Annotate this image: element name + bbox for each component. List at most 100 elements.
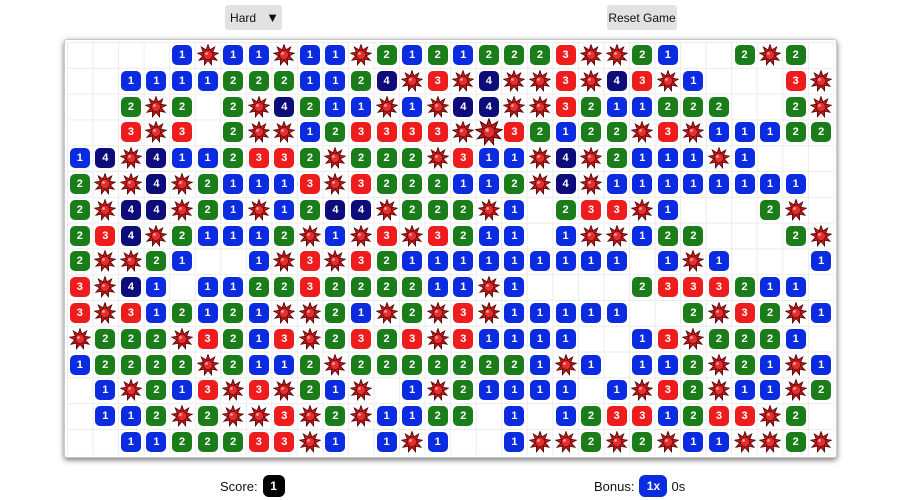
number-tile: 1 (606, 96, 627, 117)
number-tile: 3 (351, 328, 372, 349)
number-tile: 4 (120, 277, 141, 298)
number-tile: 1 (504, 277, 525, 298)
number-tile: 1 (427, 277, 448, 298)
number-tile: 3 (581, 199, 602, 220)
number-tile: 1 (223, 225, 244, 246)
number-tile: 3 (274, 148, 295, 169)
number-tile: 1 (325, 96, 346, 117)
number-tile: 1 (120, 70, 141, 91)
mine-icon (630, 120, 654, 144)
number-tile: 2 (427, 173, 448, 194)
number-tile: 1 (197, 277, 218, 298)
number-tile: 1 (325, 225, 346, 246)
reset-game-button[interactable]: Reset Game (607, 5, 677, 30)
number-tile: 1 (376, 432, 397, 453)
mine-icon (247, 198, 271, 221)
mine-icon (247, 120, 271, 144)
number-tile: 1 (248, 303, 269, 324)
number-tile: 2 (299, 96, 320, 117)
mine-icon (196, 352, 220, 376)
mine-icon (68, 327, 92, 350)
number-tile: 2 (376, 354, 397, 375)
number-tile: 2 (69, 251, 90, 272)
number-tile: 2 (632, 432, 653, 453)
number-tile: 1 (657, 44, 678, 65)
difficulty-select[interactable]: Hard ▼ (225, 5, 282, 30)
number-tile: 2 (734, 328, 755, 349)
number-tile: 2 (529, 122, 550, 143)
number-tile: 3 (248, 148, 269, 169)
mine-icon (579, 146, 603, 170)
number-tile: 3 (606, 199, 627, 220)
mine-icon (119, 146, 143, 170)
number-tile: 1 (453, 44, 474, 65)
number-tile: 3 (376, 122, 397, 143)
number-tile: 3 (248, 380, 269, 401)
number-tile: 2 (708, 328, 729, 349)
number-tile: 1 (427, 251, 448, 272)
number-tile: 1 (504, 303, 525, 324)
number-tile: 3 (402, 328, 423, 349)
number-tile: 1 (632, 328, 653, 349)
mine-icon (784, 378, 808, 402)
number-tile: 2 (69, 199, 90, 220)
number-tile: 3 (299, 251, 320, 272)
mine-icon (502, 94, 526, 118)
number-tile: 4 (95, 148, 116, 169)
number-tile: 2 (274, 277, 295, 298)
mine-icon (758, 404, 782, 428)
number-tile: 2 (325, 406, 346, 427)
number-tile: 2 (453, 380, 474, 401)
mine-icon (426, 378, 450, 402)
number-tile: 2 (402, 148, 423, 169)
number-tile: 1 (785, 328, 806, 349)
number-tile: 2 (223, 122, 244, 143)
number-tile: 2 (683, 380, 704, 401)
number-tile: 2 (351, 148, 372, 169)
mine-icon (221, 378, 245, 402)
number-tile: 2 (376, 328, 397, 349)
number-tile: 2 (683, 225, 704, 246)
number-tile: 2 (760, 303, 781, 324)
number-tile: 1 (734, 122, 755, 143)
number-tile: 2 (172, 96, 193, 117)
number-tile: 2 (683, 354, 704, 375)
number-tile: 1 (478, 225, 499, 246)
mine-icon (502, 69, 526, 92)
number-tile: 3 (274, 406, 295, 427)
number-tile: 2 (606, 122, 627, 143)
mine-icon (375, 301, 399, 325)
number-tile: 2 (402, 354, 423, 375)
number-tile: 1 (504, 148, 525, 169)
number-tile: 3 (632, 70, 653, 91)
number-tile: 1 (95, 406, 116, 427)
number-tile: 1 (683, 173, 704, 194)
mine-icon (272, 378, 296, 402)
number-tile: 1 (453, 277, 474, 298)
difficulty-label: Hard (230, 10, 257, 25)
number-tile: 1 (299, 122, 320, 143)
number-tile: 2 (120, 354, 141, 375)
number-tile: 2 (376, 251, 397, 272)
number-tile: 1 (299, 44, 320, 65)
score-value: 1 (262, 475, 285, 497)
number-tile: 1 (197, 303, 218, 324)
number-tile: 3 (351, 251, 372, 272)
number-tile: 2 (683, 406, 704, 427)
number-tile: 2 (120, 96, 141, 117)
number-tile: 4 (351, 199, 372, 220)
game-board[interactable]: 1111121212223212211112221124343431322242… (67, 42, 834, 455)
number-tile: 1 (811, 303, 832, 324)
number-tile: 1 (734, 148, 755, 169)
number-tile: 2 (299, 199, 320, 220)
mine-icon (93, 198, 117, 221)
mine-icon (144, 223, 168, 247)
number-tile: 2 (402, 277, 423, 298)
number-tile: 2 (478, 354, 499, 375)
number-tile: 2 (529, 44, 550, 65)
number-tile: 1 (274, 173, 295, 194)
number-tile: 1 (734, 380, 755, 401)
number-tile: 2 (172, 354, 193, 375)
number-tile: 2 (376, 277, 397, 298)
number-tile: 1 (172, 251, 193, 272)
